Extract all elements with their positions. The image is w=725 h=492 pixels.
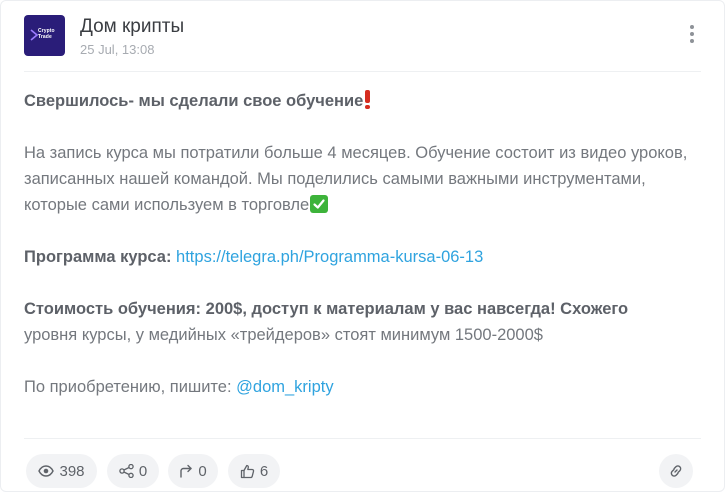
channel-avatar[interactable]: Crypto Trade — [24, 15, 65, 56]
share-nodes-icon — [119, 464, 134, 478]
views-counter[interactable]: 398 — [26, 454, 97, 488]
logo-text: Crypto Trade — [38, 28, 55, 40]
post-footer: 398 0 0 6 — [24, 454, 701, 488]
crypto-logo-icon — [30, 29, 38, 41]
exclamation-emoji-icon — [364, 90, 371, 109]
menu-dot — [690, 32, 694, 36]
copy-link-button[interactable] — [659, 454, 693, 488]
shares-count: 0 — [138, 462, 148, 480]
chain-link-icon — [670, 465, 682, 477]
contact-handle-link[interactable]: @dom_kripty — [236, 378, 333, 396]
contact-line: По приобретению, пишите: @dom_kripty — [24, 378, 334, 396]
check-mark-emoji-icon — [310, 195, 329, 213]
post-header: Crypto Trade Дом крипты 25 Jul, 13:08 — [24, 15, 710, 59]
post-headline: Свершилось- мы сделали свое обучение — [24, 87, 704, 114]
shares-counter[interactable]: 0 — [107, 454, 159, 488]
channel-name[interactable]: Дом крипты — [80, 16, 184, 38]
price-line: Стоимость обучения: 200$, доступ к матер… — [24, 300, 629, 344]
vertical-dots-icon — [690, 25, 694, 29]
post-card: Crypto Trade Дом крипты 25 Jul, 13:08 Св… — [0, 0, 725, 492]
program-link[interactable]: https://telegra.ph/Programma-kursa-06-13 — [176, 248, 483, 266]
forwards-counter[interactable]: 0 — [168, 454, 218, 488]
likes-count: 6 — [259, 462, 269, 480]
program-line: Программа курса: https://telegra.ph/Prog… — [24, 248, 484, 266]
views-count: 398 — [59, 462, 85, 480]
eye-icon — [38, 465, 55, 477]
post-paragraph: На запись курса мы потратили больше 4 ме… — [24, 144, 688, 214]
footer-divider — [24, 438, 701, 439]
more-options-button[interactable] — [684, 23, 700, 49]
likes-counter[interactable]: 6 — [228, 454, 280, 488]
post-body: Свершилось- мы сделали свое обучение На … — [24, 87, 704, 400]
forward-arrow-icon — [180, 464, 193, 478]
header-divider — [24, 71, 701, 72]
thumbs-up-icon — [240, 464, 255, 478]
post-date: 25 Jul, 13:08 — [80, 42, 155, 57]
menu-dot — [690, 39, 694, 43]
forwards-count: 0 — [198, 462, 207, 480]
